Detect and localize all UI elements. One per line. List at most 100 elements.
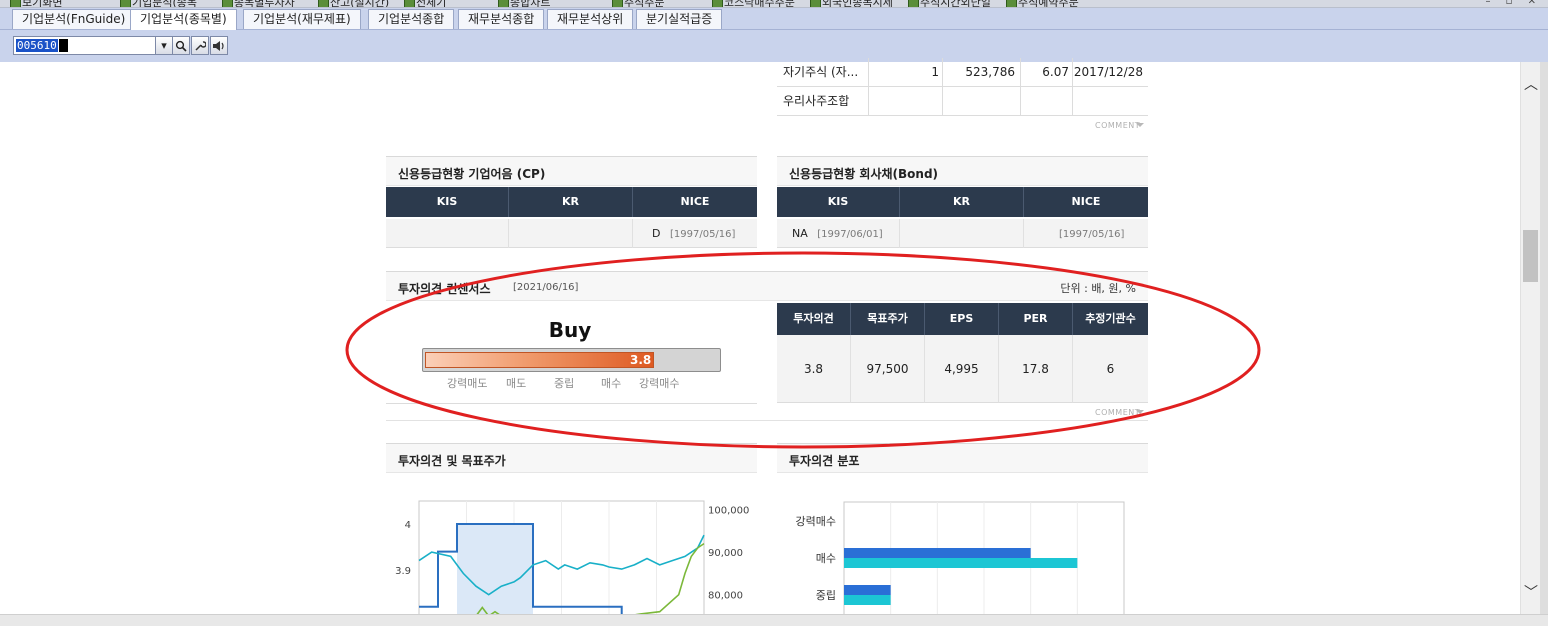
wrench-icon[interactable] bbox=[191, 36, 209, 55]
shareholder-count: 1 bbox=[931, 65, 939, 79]
comment-toggle[interactable]: COMMENT bbox=[1095, 408, 1140, 417]
shareholder-date: 2017/12/28 bbox=[1073, 65, 1143, 79]
text-cursor bbox=[59, 39, 68, 52]
category-label: 강력매수 bbox=[796, 515, 836, 528]
column-header: NICE bbox=[1071, 195, 1101, 208]
content-area bbox=[12, 62, 1520, 614]
consensus-opinion: Buy bbox=[548, 318, 592, 342]
bar bbox=[844, 548, 1031, 558]
window-controls[interactable]: – ▫ ✕ bbox=[1485, 0, 1542, 7]
window-edge bbox=[1540, 62, 1548, 614]
shareholder-name: 자기주식 (자... bbox=[783, 65, 859, 79]
y-tick-label: 80,000 bbox=[708, 591, 743, 602]
section-header: 신용등급현황 기업어음 (CP) bbox=[386, 156, 757, 186]
scale-label: 매수 bbox=[601, 377, 622, 390]
status-bar bbox=[0, 614, 1548, 626]
scrollbar-thumb[interactable] bbox=[1523, 230, 1538, 282]
chevron-down-icon[interactable] bbox=[1136, 123, 1144, 127]
bar bbox=[844, 595, 891, 605]
speaker-icon[interactable] bbox=[210, 36, 228, 55]
window-tab[interactable]: 코스닥매수주문 bbox=[710, 0, 795, 7]
tab-financial-summary[interactable]: 재무분석종합 bbox=[458, 9, 545, 29]
chevron-down-icon[interactable] bbox=[1136, 410, 1144, 414]
section-header: 신용등급현황 회사채(Bond) bbox=[777, 156, 1148, 186]
window-tab[interactable]: 잔고(실시간) bbox=[316, 0, 389, 7]
unit-label: 단위 : 배, 원, % bbox=[1060, 282, 1136, 295]
column-header: EPS bbox=[925, 303, 999, 335]
shareholder-shares: 523,786 bbox=[965, 65, 1015, 79]
credit-date: [1997/06/01] bbox=[817, 229, 883, 240]
column-header: 추정기관수 bbox=[1073, 303, 1148, 335]
chevron-down-icon[interactable]: ﹀ bbox=[1524, 582, 1538, 602]
bar bbox=[844, 558, 1078, 568]
window-tab[interactable]: 보기화면 bbox=[8, 0, 62, 7]
section-header: 투자의견 및 목표주가 bbox=[386, 443, 757, 473]
bar bbox=[844, 585, 891, 595]
window-tab[interactable]: 주식예약주문 bbox=[1004, 0, 1079, 7]
target-price-value: 97,500 bbox=[851, 335, 925, 403]
category-label: 중립 bbox=[816, 589, 836, 602]
stock-code-value: 005610 bbox=[16, 39, 58, 52]
tab-financial-top[interactable]: 재무분석상위 bbox=[547, 9, 634, 29]
column-header: PER bbox=[999, 303, 1073, 335]
chevron-up-icon[interactable]: ︿ bbox=[1524, 74, 1538, 94]
opinion-distribution-chart: 강력매수매수중립 bbox=[796, 501, 1125, 616]
window-tab-strip: 보기화면 기업분석(종목 종목별투자자 잔고(실시간) 전체기 종합차트 주식주… bbox=[0, 0, 1548, 8]
chevron-down-icon[interactable]: ▾ bbox=[155, 36, 173, 55]
tab-fnguide[interactable]: 기업분석(FnGuide) bbox=[12, 9, 136, 29]
table-row: D [1997/05/16] bbox=[386, 219, 757, 248]
section-title: 신용등급현황 기업어음 (CP) bbox=[398, 167, 546, 181]
opinion-price-chart: 4 3.9 100,000 90,000 80,000 bbox=[395, 500, 749, 616]
column-header: KR bbox=[509, 187, 633, 217]
column-header: 목표주가 bbox=[851, 303, 925, 335]
section-title: 투자의견 컨센서스 bbox=[398, 282, 491, 296]
y-tick-label: 3.9 bbox=[395, 566, 411, 577]
scale-label: 강력매도 bbox=[447, 377, 488, 390]
window-tab[interactable]: 종목별투자자 bbox=[220, 0, 295, 7]
table-row: NA [1997/06/01] [1997/05/16] bbox=[777, 219, 1148, 248]
y-tick-label: 4 bbox=[405, 520, 411, 531]
vertical-scrollbar[interactable]: ︿ ﹀ bbox=[1520, 62, 1540, 614]
section-title: 투자의견 및 목표주가 bbox=[398, 454, 506, 468]
consensus-date: [2021/06/16] bbox=[513, 282, 579, 293]
scale-label: 중립 bbox=[554, 377, 575, 390]
table-row: 자기주식 (자... 1 523,786 6.07 2017/12/28 bbox=[777, 58, 1148, 87]
consensus-opinion-value: 3.8 bbox=[777, 335, 851, 403]
credit-grade: D bbox=[652, 227, 661, 240]
shareholder-ratio: 6.07 bbox=[1042, 65, 1069, 79]
section-header: 투자의견 분포 bbox=[777, 443, 1148, 473]
column-header: 투자의견 bbox=[777, 303, 851, 335]
window-tab[interactable]: 외국인종목시세 bbox=[808, 0, 893, 7]
window-tab[interactable]: 주식주문 bbox=[610, 0, 664, 7]
credit-grade: NA bbox=[792, 227, 808, 240]
column-header: KR bbox=[900, 187, 1024, 217]
scale-label: 강력매수 bbox=[639, 377, 680, 390]
column-header: KIS bbox=[777, 187, 900, 217]
category-label: 매수 bbox=[816, 552, 836, 565]
table-header: KIS KR NICE bbox=[777, 187, 1148, 217]
credit-date: [1997/05/16] bbox=[669, 229, 736, 240]
search-icon[interactable] bbox=[172, 36, 190, 55]
comment-toggle[interactable]: COMMENT bbox=[1095, 121, 1140, 130]
window-tab[interactable]: 기업분석(종목 bbox=[118, 0, 197, 7]
column-header: KIS bbox=[386, 187, 509, 217]
credit-date: [1997/05/16] bbox=[1059, 229, 1125, 240]
stock-code-input[interactable]: 005610 bbox=[13, 36, 156, 55]
tab-company-by-stock[interactable]: 기업분석(종목별) bbox=[130, 9, 237, 30]
scale-label: 매도 bbox=[506, 377, 527, 390]
window-tab[interactable]: 주식시간외단일 bbox=[906, 0, 991, 7]
table-header: KIS KR NICE bbox=[386, 187, 757, 217]
y-tick-label: 90,000 bbox=[708, 548, 743, 559]
gauge-fill bbox=[425, 352, 654, 368]
tab-quarterly-surge[interactable]: 분기실적급증 bbox=[636, 9, 723, 29]
section-title: 투자의견 분포 bbox=[789, 454, 860, 468]
column-header: NICE bbox=[680, 195, 710, 208]
section-header: 투자의견 컨센서스 [2021/06/16] 단위 : 배, 원, % bbox=[386, 271, 1148, 301]
eps-value: 4,995 bbox=[925, 335, 999, 403]
tab-financial-statements[interactable]: 기업분석(재무제표) bbox=[243, 9, 361, 29]
tab-bar: 기업분석(FnGuide) 기업분석(종목별) 기업분석(재무제표) 기업분석종… bbox=[0, 8, 1548, 30]
tab-company-summary[interactable]: 기업분석종합 bbox=[368, 9, 455, 29]
window-tab[interactable]: 종합차트 bbox=[496, 0, 550, 7]
opinion-gauge: 3.8 bbox=[422, 348, 721, 372]
window-tab[interactable]: 전체기 bbox=[402, 0, 446, 7]
